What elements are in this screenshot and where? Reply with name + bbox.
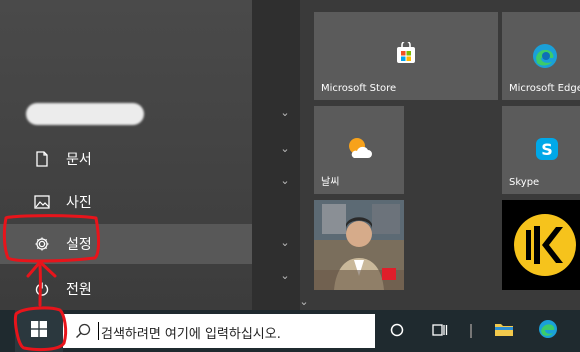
chevron-down-icon[interactable]: ⌄ [279,175,291,187]
svg-text:S: S [541,140,553,159]
taskbar-search-box[interactable]: 검색하려면 여기에 입력하십시오. [63,314,375,348]
start-item-settings[interactable]: 설정 [0,224,252,264]
tile-label: Skype [509,177,540,188]
tile-skype[interactable]: S Skype [502,106,580,194]
document-icon [33,150,51,168]
search-icon [75,323,91,339]
app-list-rail [252,0,300,310]
chevron-down-icon[interactable]: ⌄ [279,237,291,249]
chevron-down-icon[interactable]: ⌄ [279,270,291,282]
text-caret [98,322,99,340]
file-explorer-button[interactable] [490,310,518,352]
tile-microsoft-store[interactable]: Microsoft Store [314,12,498,100]
gear-icon [33,235,51,253]
picture-icon [33,193,51,211]
k-logo-icon [512,212,578,278]
weather-sun-cloud-icon [345,136,373,160]
tile-label: 날씨 [321,177,340,188]
taskbar: 검색하려면 여기에 입력하십시오. [0,310,580,352]
skype-icon: S [535,137,559,161]
start-button[interactable] [15,310,63,352]
edge-icon [538,319,558,343]
chevron-down-icon[interactable]: ⌄ [279,107,291,119]
start-item-pictures[interactable]: 사진 [0,182,252,222]
start-item-documents[interactable]: 문서 [0,139,252,179]
tile-k-app[interactable] [502,200,580,290]
search-placeholder: 검색하려면 여기에 입력하십시오. [101,327,281,342]
edge-taskbar-button[interactable] [534,310,562,352]
tile-label: Microsoft Store [321,83,397,94]
start-item-power-label: 전원 [66,282,92,298]
file-explorer-icon [494,321,514,341]
chevron-down-icon[interactable]: ⌄ [279,143,291,155]
task-view-button[interactable] [428,310,452,352]
edge-icon [532,43,558,69]
taskbar-divider [470,324,472,338]
chevron-down-icon[interactable]: ⌄ [298,296,310,308]
user-account-redacted[interactable] [26,103,144,125]
windows-logo-icon [31,321,47,341]
start-menu: 문서 사진 설정 전원 ⌄ ⌄ ⌄ ⌄ ⌄ ⌄ Microsoft Store [0,0,580,310]
start-item-pictures-label: 사진 [66,195,92,211]
task-view-icon [432,322,448,341]
cortana-icon [390,322,404,341]
start-item-settings-label: 설정 [66,237,92,253]
tile-label: Microsoft Edge [509,83,580,94]
person-photo-image [314,200,404,290]
store-bag-icon [396,40,416,64]
tile-photo[interactable] [314,200,404,290]
start-item-power[interactable]: 전원 [0,269,252,309]
cortana-button[interactable] [385,310,409,352]
tile-microsoft-edge[interactable]: Microsoft Edge [502,12,580,100]
power-icon [33,280,51,298]
start-item-documents-label: 문서 [66,152,92,168]
tile-weather[interactable]: 날씨 [314,106,404,194]
